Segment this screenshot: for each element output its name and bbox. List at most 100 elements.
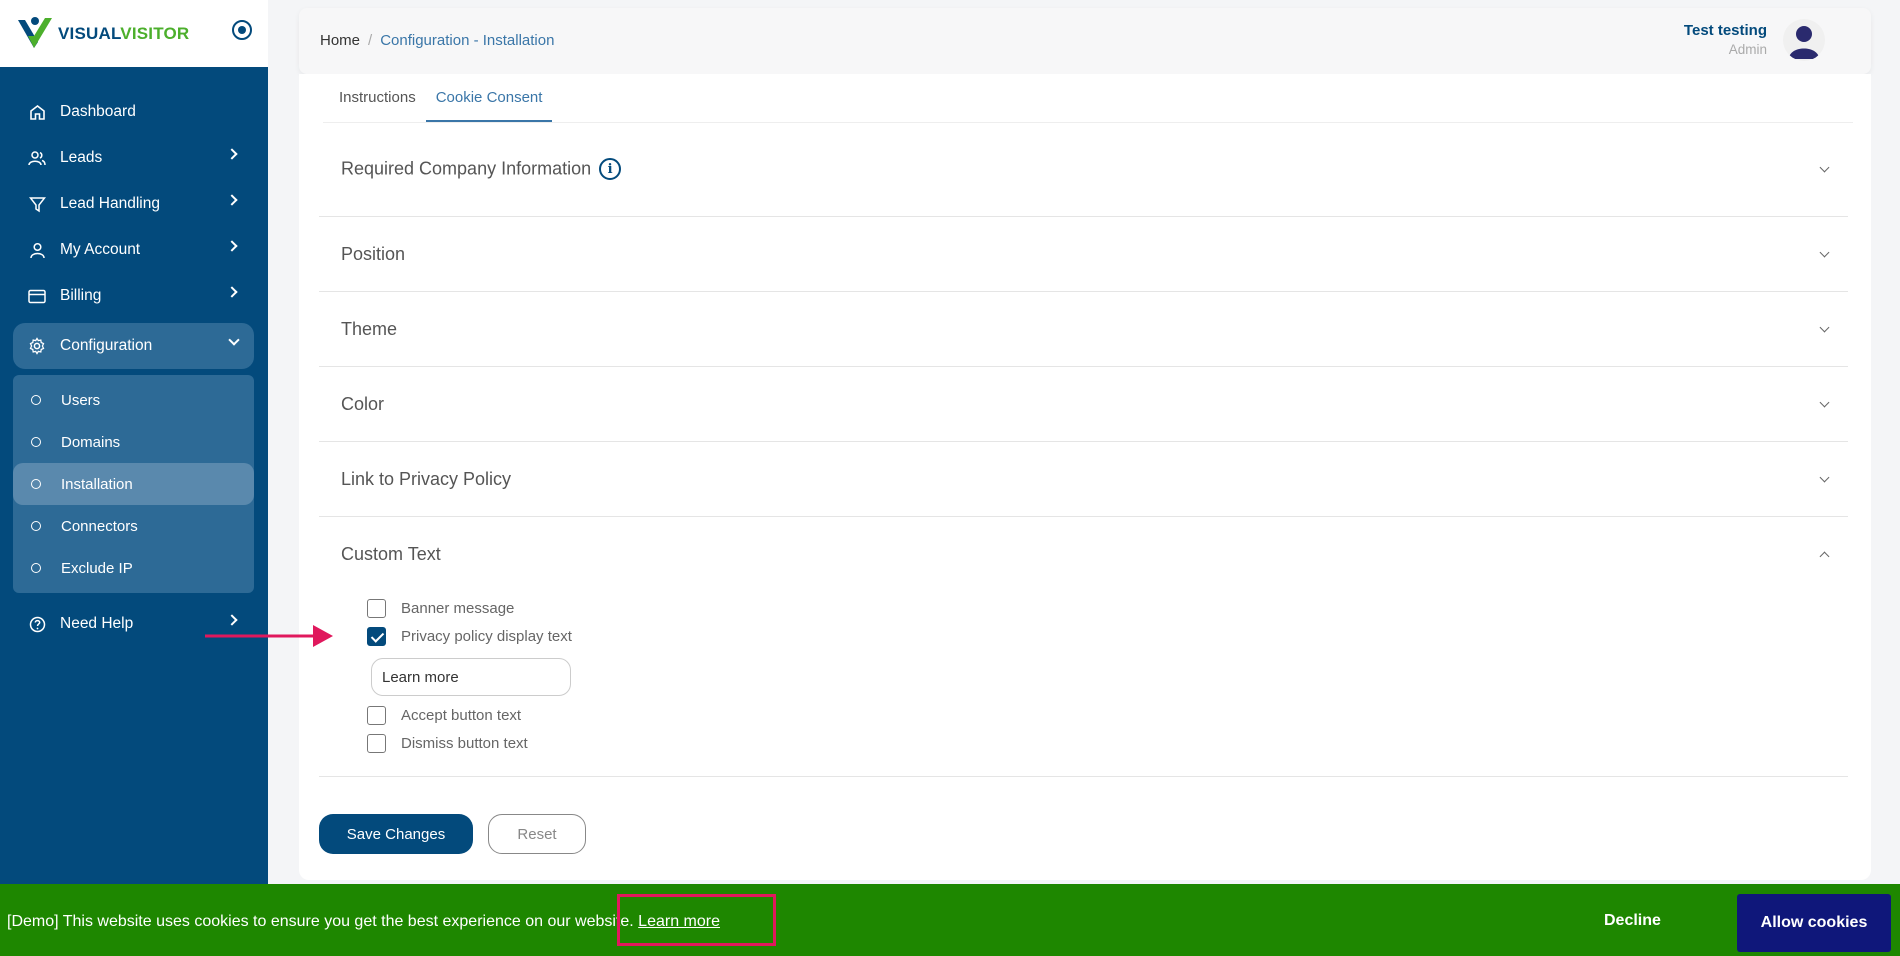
chevron-down-icon [1819,322,1830,333]
brand-name-part1: VISUAL [58,23,121,43]
accordion-title: Color [341,394,385,414]
user-role: Admin [1728,42,1767,57]
sidebar-subitem-label: Users [61,391,101,409]
breadcrumb-current: Configuration - Installation [380,32,555,49]
checkbox[interactable] [367,734,386,753]
cookie-consent-banner: [Demo] This website uses cookies to ensu… [0,884,1900,956]
accordion-custom-text: Custom Text Banner message Privacy polic… [319,517,1848,777]
sidebar-item-label: Billing [60,287,102,304]
option-label: Banner message [401,600,515,617]
card-icon [28,287,46,305]
circle-icon [31,395,41,405]
filter-icon [28,195,46,213]
sidebar-toggle-icon[interactable] [232,20,252,40]
sidebar-subitem-domains[interactable]: Domains [13,421,254,463]
sidebar-item-billing[interactable]: Billing [13,273,254,319]
accordion-required-company-information[interactable]: Required Company Information i [319,124,1848,217]
privacy-policy-text-input[interactable] [371,658,571,696]
tab-bar: Instructions Cookie Consent [329,74,553,124]
accordion-link-to-privacy-policy[interactable]: Link to Privacy Policy [319,442,1848,517]
user-name: Test testing [1683,22,1767,39]
accordion-color[interactable]: Color [319,367,1848,442]
sidebar-subitem-connectors[interactable]: Connectors [13,505,254,547]
user-info[interactable]: Test testing Admin [1684,22,1767,57]
option-banner-message[interactable]: Banner message [367,599,514,618]
sidebar-nav: Dashboard Leads Lead Handling My Account [0,67,268,647]
brand-name[interactable]: VISUALVISITOR [58,24,189,44]
option-label: Privacy policy display text [401,628,572,645]
reset-button[interactable]: Reset [488,814,586,854]
sidebar-item-lead-handling[interactable]: Lead Handling [13,181,254,227]
chevron-down-icon [1819,397,1830,408]
chevron-down-icon [1819,247,1830,258]
chevron-up-icon[interactable] [1819,551,1830,562]
option-label: Dismiss button text [401,735,528,752]
breadcrumb-home[interactable]: Home [320,32,360,49]
sidebar-item-label: Leads [60,149,103,166]
chevron-right-icon [226,148,238,160]
info-icon[interactable]: i [599,158,622,180]
sidebar-subitem-installation[interactable]: Installation [13,463,254,505]
option-accept-button-text[interactable]: Accept button text [367,706,521,725]
chevron-down-icon [1819,162,1830,173]
option-privacy-policy-display-text[interactable]: Privacy policy display text [367,627,572,646]
sidebar-item-leads[interactable]: Leads [13,135,254,181]
sidebar-item-label: Configuration [60,337,153,354]
sidebar-item-label: Lead Handling [60,195,160,212]
home-icon [28,103,46,121]
option-dismiss-button-text[interactable]: Dismiss button text [367,734,528,753]
help-icon [28,615,46,633]
sidebar-item-configuration[interactable]: Configuration [13,323,254,369]
top-header: Home / Configuration - Installation Test t… [299,8,1871,74]
tab-instructions[interactable]: Instructions [329,74,426,122]
accordion-title: Theme [341,319,398,339]
gear-icon [28,337,46,355]
accordion-position[interactable]: Position [319,217,1848,292]
sidebar-item-label: Need Help [60,615,134,632]
save-changes-button[interactable]: Save Changes [319,814,473,854]
sidebar-subitem-label: Domains [61,433,121,451]
tab-divider [323,122,1853,123]
checkbox[interactable] [367,599,386,618]
decline-button[interactable]: Decline [1604,912,1661,930]
cookie-banner-message: [Demo] This website uses cookies to ensu… [7,913,720,931]
sidebar-subitem-users[interactable]: Users [13,379,254,421]
sidebar-subitem-exclude-ip[interactable]: Exclude IP [13,547,254,589]
brand-name-part2: VISITOR [120,23,190,43]
breadcrumb: Home / Configuration - Installation [320,32,554,49]
checkbox-checked[interactable] [367,627,386,646]
sidebar-item-label: My Account [60,241,141,258]
users-icon [28,149,46,167]
tab-cookie-consent[interactable]: Cookie Consent [425,74,553,122]
configuration-submenu: Users Domains Installation Connectors Ex… [13,375,254,593]
chevron-right-icon [226,240,238,252]
cookie-banner-text: [Demo] This website uses cookies to ensu… [7,913,634,930]
accordion-title: Link to Privacy Policy [341,469,512,489]
accordion-title-text: Required Company Information [341,158,592,179]
circle-icon [31,437,41,447]
chevron-right-icon [226,194,238,206]
logo-bar: VISUALVISITOR [0,0,268,67]
circle-icon [31,521,41,531]
sidebar-item-label: Dashboard [60,103,136,120]
accordion-title[interactable]: Custom Text [341,544,441,565]
checkbox[interactable] [367,706,386,725]
sidebar-item-dashboard[interactable]: Dashboard [13,89,254,135]
accordion-theme[interactable]: Theme [319,292,1848,367]
option-label: Accept button text [401,707,522,724]
sidebar-subitem-label: Installation [61,475,133,493]
circle-icon [31,479,41,489]
sidebar-subitem-label: Connectors [61,517,138,535]
circle-icon [31,563,41,573]
chevron-down-icon [1819,472,1830,483]
sidebar: VISUALVISITOR Dashboard Leads Lead Handl… [0,0,268,956]
sidebar-item-my-account[interactable]: My Account [13,227,254,273]
annotation-arrow-icon [205,625,333,647]
user-icon [28,241,46,259]
allow-cookies-button[interactable]: Allow cookies [1737,894,1891,952]
avatar[interactable] [1783,19,1825,61]
chevron-down-icon [228,334,240,346]
accordion-title: Required Company Information i [341,158,622,180]
annotation-highlight-box [617,894,776,946]
breadcrumb-separator: / [368,32,373,49]
